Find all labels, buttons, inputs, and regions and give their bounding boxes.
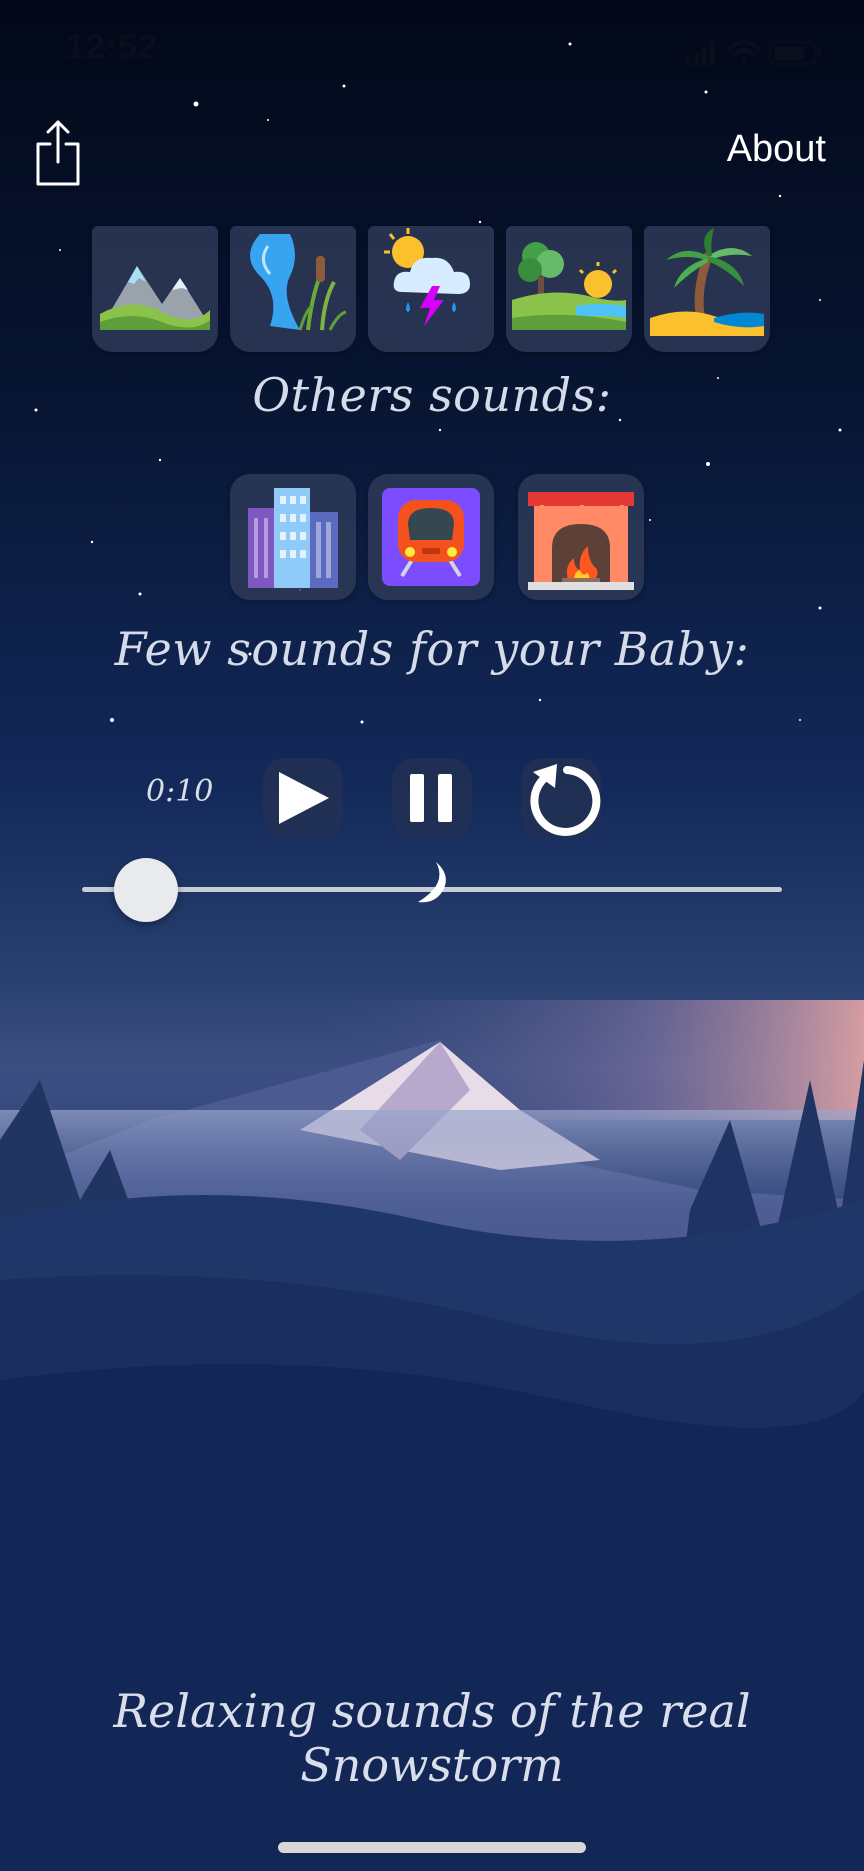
battery-icon xyxy=(768,40,821,66)
baby-sounds-title: Few sounds for your Baby: xyxy=(114,622,750,676)
status-icons xyxy=(686,40,821,66)
fireplace-icon xyxy=(528,492,634,590)
share-icon xyxy=(36,120,80,186)
crescent-moon-icon xyxy=(418,862,446,903)
countryside-sound-button[interactable] xyxy=(506,226,632,352)
play-icon xyxy=(279,772,329,824)
city-icon xyxy=(248,488,338,588)
status-time: 12:52 xyxy=(66,28,158,66)
share-button[interactable] xyxy=(30,118,86,190)
river-icon xyxy=(250,234,347,331)
slider-thumb[interactable] xyxy=(114,858,178,922)
sound-title: Relaxing sounds of the real Snowstorm xyxy=(113,1684,751,1792)
beach-icon xyxy=(650,228,764,336)
mountain-icon xyxy=(100,266,210,330)
pause-button[interactable] xyxy=(392,758,472,838)
app-screen: 12:52 About Others sounds: Few sounds fo… xyxy=(0,0,864,1871)
wifi-icon xyxy=(728,40,760,64)
signal-icon xyxy=(686,41,715,66)
pause-icon xyxy=(410,774,452,822)
beach-sound-button[interactable] xyxy=(644,226,770,352)
nature-sounds-row xyxy=(92,226,772,358)
fireplace-sound-button[interactable] xyxy=(518,474,644,600)
about-link[interactable]: About xyxy=(727,128,826,171)
playback-timer: 0:10 xyxy=(146,774,214,809)
mountain-sound-button[interactable] xyxy=(92,226,218,352)
city-sound-button[interactable] xyxy=(230,474,356,600)
home-indicator[interactable] xyxy=(278,1842,586,1853)
others-sounds-title: Others sounds: xyxy=(252,368,612,422)
replay-icon xyxy=(530,764,601,836)
river-sound-button[interactable] xyxy=(230,226,356,352)
countryside-icon xyxy=(512,242,626,330)
train-sound-button[interactable] xyxy=(368,474,494,600)
thunderstorm-sound-button[interactable] xyxy=(368,226,494,352)
train-icon xyxy=(382,488,480,586)
play-button[interactable] xyxy=(263,758,343,838)
replay-button[interactable] xyxy=(521,758,601,838)
status-bar: 12:52 xyxy=(0,0,864,100)
other-sounds-row xyxy=(230,474,650,600)
thunderstorm-icon xyxy=(384,228,470,326)
